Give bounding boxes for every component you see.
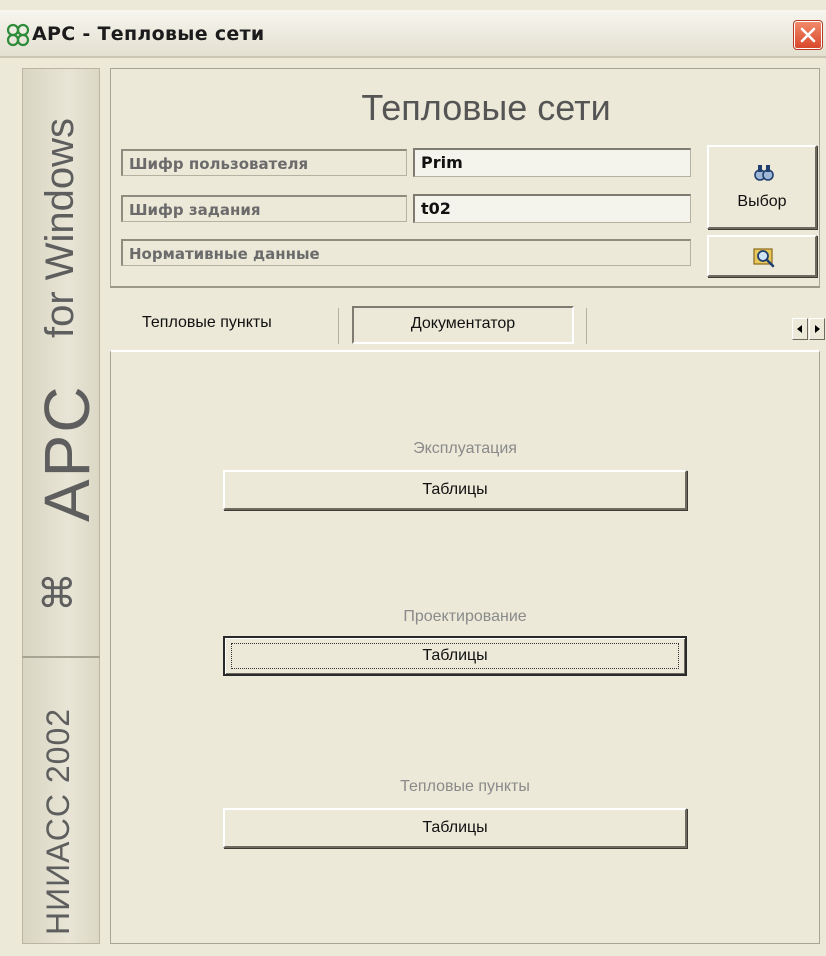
select-button[interactable]: Выбор bbox=[707, 145, 817, 229]
header-panel: Тепловые сети Шифр пользователя Prim Шиф… bbox=[110, 68, 820, 288]
title-name: Тепловые сети bbox=[97, 23, 265, 45]
tab-documentator[interactable]: Документатор bbox=[352, 306, 574, 344]
focus-rectangle bbox=[231, 643, 679, 669]
operation-tables-button[interactable]: Таблицы bbox=[223, 470, 687, 510]
section-label-operation: Эксплуатация bbox=[413, 440, 517, 457]
tab-separator bbox=[586, 308, 587, 344]
user-code-label: Шифр пользователя bbox=[121, 149, 407, 176]
heat-points-tables-button[interactable]: Таблицы bbox=[223, 808, 687, 848]
apc-cloverleaf-icon bbox=[6, 23, 30, 47]
task-code-label: Шифр задания bbox=[121, 195, 407, 222]
magnifier-folder-icon bbox=[753, 248, 775, 268]
close-button[interactable] bbox=[793, 20, 823, 50]
brand-symbol: ⌘ bbox=[37, 572, 81, 612]
section-label-heat-points: Тепловые пункты bbox=[400, 778, 530, 795]
arrow-right-icon bbox=[815, 325, 820, 333]
title-app: APC bbox=[32, 23, 76, 45]
binoculars-icon bbox=[754, 165, 774, 181]
close-icon bbox=[800, 27, 816, 43]
design-tables-button[interactable]: Таблицы bbox=[223, 636, 687, 676]
tab-heat-points[interactable]: Тепловые пункты bbox=[142, 314, 272, 332]
user-code-field[interactable]: Prim bbox=[413, 148, 691, 177]
app-window: APC - Тепловые сети for Windows APC ⌘ НИ… bbox=[0, 0, 826, 956]
normative-data-field[interactable]: Нормативные данные bbox=[121, 239, 691, 266]
window-title: APC - Тепловые сети bbox=[32, 23, 265, 45]
brand-for-windows: for Windows bbox=[38, 117, 82, 338]
tab-separator bbox=[338, 308, 339, 344]
page-title: Тепловые сети bbox=[361, 87, 611, 128]
branding-divider bbox=[22, 656, 100, 658]
task-code-field[interactable]: t02 bbox=[413, 194, 691, 223]
brand-org: НИИАСС 2002 bbox=[40, 707, 76, 935]
browse-normative-button[interactable] bbox=[707, 235, 817, 277]
tab-scroll-right-button[interactable] bbox=[809, 318, 825, 340]
section-label-design: Проектирование bbox=[403, 608, 527, 625]
tab-scroll-left-button[interactable] bbox=[792, 318, 808, 340]
arrow-left-icon bbox=[797, 325, 802, 333]
title-separator: - bbox=[75, 23, 98, 45]
select-button-label: Выбор bbox=[737, 193, 787, 210]
title-bar[interactable]: APC - Тепловые сети bbox=[0, 10, 826, 58]
brand-apc: APC bbox=[31, 384, 103, 522]
documentator-panel: Эксплуатация Таблицы Проектирование Табл… bbox=[110, 350, 820, 944]
